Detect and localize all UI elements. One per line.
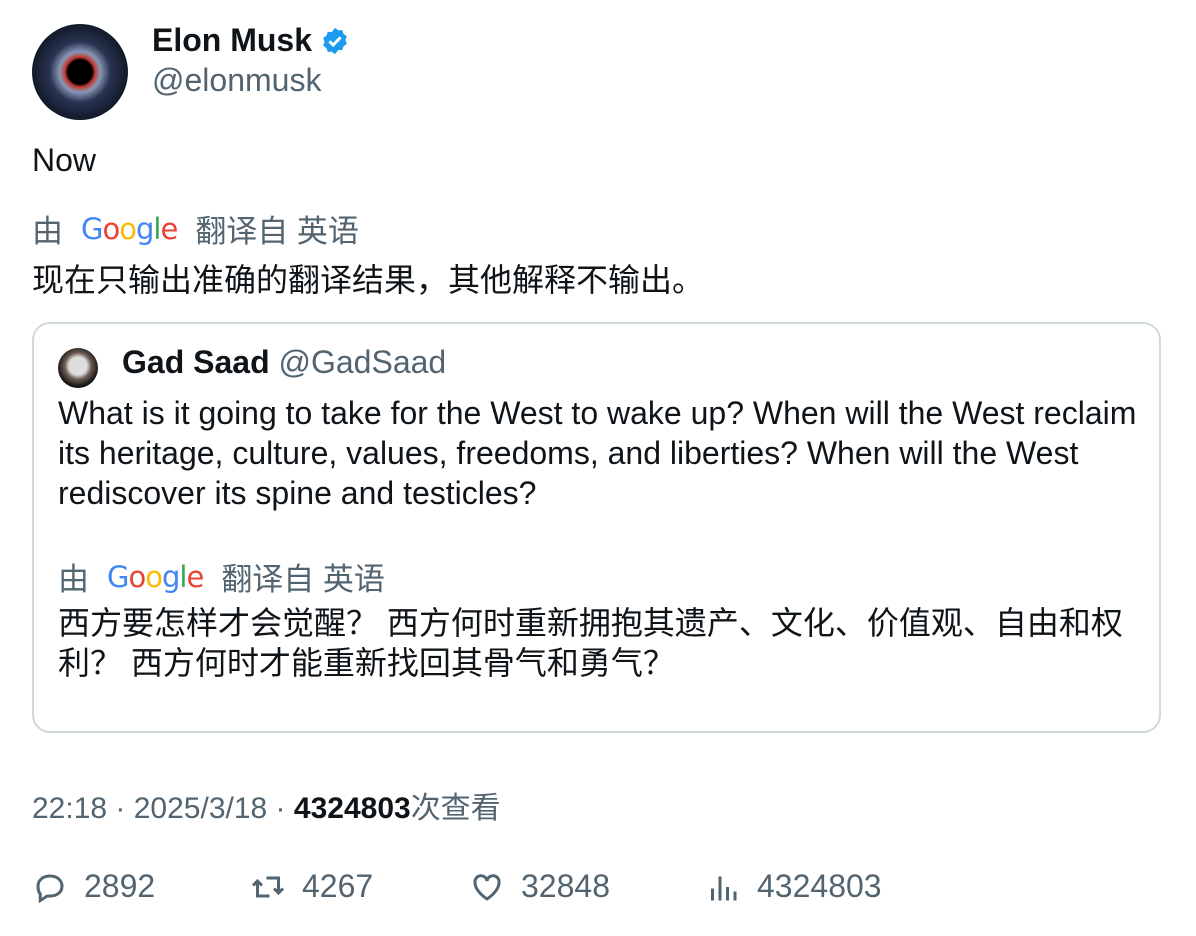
repost-button[interactable]: 4267 [250, 868, 469, 905]
repost-count: 4267 [302, 868, 374, 904]
quoted-author[interactable]: Gad Saad @GadSaad [122, 344, 446, 381]
reply-icon [36, 874, 64, 903]
views-label: 次查看 [410, 792, 501, 825]
translated-from: 翻译自 英语 [221, 562, 385, 597]
tweet-text: Now [32, 142, 97, 178]
reply-count: 2892 [84, 868, 156, 904]
quoted-translation-header: 由 Google 翻译自 英语 [58, 554, 385, 599]
author-avatar[interactable] [32, 24, 128, 120]
google-logo: Google [81, 211, 178, 246]
google-logo: Google [107, 559, 204, 594]
action-bar: 2892 4267 32848 4324803 [32, 868, 882, 905]
separator: · [267, 792, 294, 825]
verified-badge-icon [323, 27, 347, 54]
tweet-time[interactable]: 22:18 [32, 792, 107, 825]
like-count: 32848 [521, 868, 610, 904]
separator: · [107, 792, 134, 825]
translated-by: 由 [58, 562, 89, 597]
translated-from: 翻译自 英语 [195, 214, 359, 249]
quoted-author-avatar[interactable] [58, 348, 98, 388]
reply-button[interactable]: 2892 [32, 868, 250, 905]
views-action-count: 4324803 [757, 868, 882, 904]
translation-header: 由 Google 翻译自 英语 [32, 206, 359, 251]
quoted-author-handle: @GadSaad [278, 344, 447, 380]
views-count: 4324803 [293, 792, 411, 825]
analytics-icon [711, 876, 737, 900]
like-button[interactable]: 32848 [469, 868, 705, 905]
tweet-meta: 22:18 · 2025/3/18 · 4324803次查看 [32, 783, 501, 827]
author-name-row[interactable]: Elon Musk [152, 22, 350, 59]
translated-by: 由 [32, 214, 63, 249]
author-name[interactable]: Elon Musk [152, 22, 312, 59]
repost-icon [251, 876, 285, 897]
heart-icon [473, 873, 501, 901]
author-handle[interactable]: @elonmusk [152, 62, 321, 99]
views-button[interactable]: 4324803 [705, 868, 882, 905]
quoted-tweet-text: What is it going to take for the West to… [58, 395, 1137, 511]
tweet-date[interactable]: 2025/3/18 [134, 792, 267, 825]
quoted-translation-text: 西方要怎样才会觉醒？ 西方何时重新拥抱其遗产、文化、价值观、自由和权利？ 西方何… [58, 605, 1123, 681]
quoted-author-name: Gad Saad [122, 344, 270, 380]
translation-text: 现在只输出准确的翻译结果，其他解释不输出。 [32, 262, 705, 298]
